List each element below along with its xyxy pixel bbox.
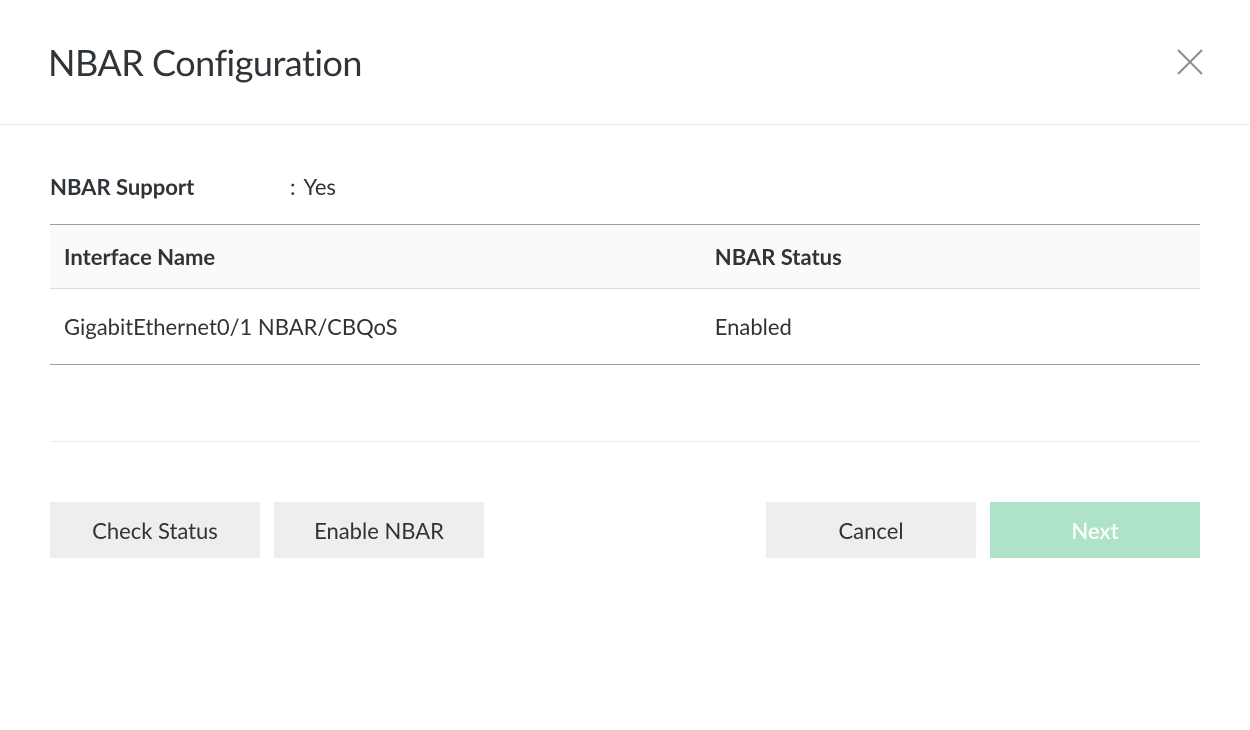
nbar-support-row: NBAR Support : Yes (50, 173, 1200, 225)
col-header-status: NBAR Status (715, 243, 1186, 270)
cell-interface-name: GigabitEthernet0/1 NBAR/CBQoS (64, 313, 715, 340)
cancel-button[interactable]: Cancel (766, 502, 976, 558)
enable-nbar-button[interactable]: Enable NBAR (274, 502, 484, 558)
dialog-title: NBAR Configuration (48, 40, 362, 84)
nbar-support-label: NBAR Support (50, 173, 290, 200)
close-icon[interactable] (1174, 46, 1206, 78)
table-row: GigabitEthernet0/1 NBAR/CBQoS Enabled (50, 289, 1200, 365)
dialog-header: NBAR Configuration (0, 0, 1250, 125)
dialog-footer: Check Status Enable NBAR Cancel Next (0, 442, 1250, 558)
check-status-button[interactable]: Check Status (50, 502, 260, 558)
dialog-content: NBAR Support : Yes Interface Name NBAR S… (0, 125, 1250, 442)
col-header-interface: Interface Name (64, 243, 715, 270)
next-button[interactable]: Next (990, 502, 1200, 558)
interfaces-table: Interface Name NBAR Status GigabitEthern… (50, 225, 1200, 365)
footer-left-actions: Check Status Enable NBAR (50, 502, 484, 558)
footer-right-actions: Cancel Next (766, 502, 1200, 558)
table-header-row: Interface Name NBAR Status (50, 225, 1200, 289)
nbar-support-value: Yes (304, 173, 336, 200)
colon-separator: : (290, 173, 298, 200)
cell-nbar-status: Enabled (715, 313, 1186, 340)
